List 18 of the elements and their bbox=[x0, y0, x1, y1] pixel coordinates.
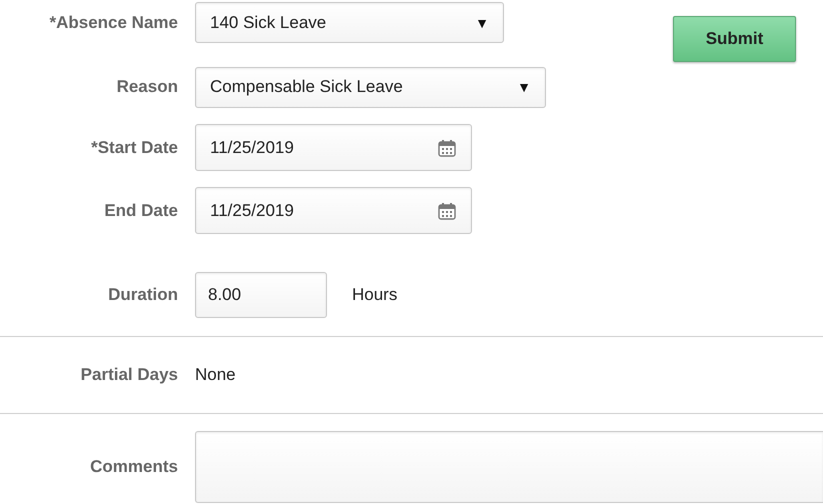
field-label: Duration bbox=[107, 285, 178, 305]
field-label: *Absence Name bbox=[48, 12, 178, 34]
partial-days-value: None bbox=[195, 365, 236, 385]
field-label: *Start Date bbox=[90, 138, 178, 158]
field-label: Comments bbox=[89, 457, 178, 477]
absence-name-dropdown[interactable]: 140 Sick Leave ▼ bbox=[195, 2, 504, 43]
comments-field[interactable] bbox=[195, 431, 823, 503]
reason-dropdown[interactable]: Compensable Sick Leave ▼ bbox=[195, 66, 546, 108]
submit-button[interactable]: Submit bbox=[673, 16, 796, 62]
unit-label: Hours bbox=[352, 285, 398, 305]
field-label: Reason bbox=[116, 77, 178, 97]
field-label: End Date bbox=[103, 200, 178, 220]
end-date-field[interactable]: 11/25/2019 bbox=[195, 187, 472, 234]
start-date-field[interactable]: 11/25/2019 bbox=[195, 124, 472, 171]
field-label: Partial Days bbox=[80, 365, 178, 385]
calendar-icon[interactable] bbox=[437, 200, 457, 220]
calendar-icon[interactable] bbox=[437, 138, 457, 158]
duration-field[interactable]: 8.00 bbox=[195, 272, 327, 318]
